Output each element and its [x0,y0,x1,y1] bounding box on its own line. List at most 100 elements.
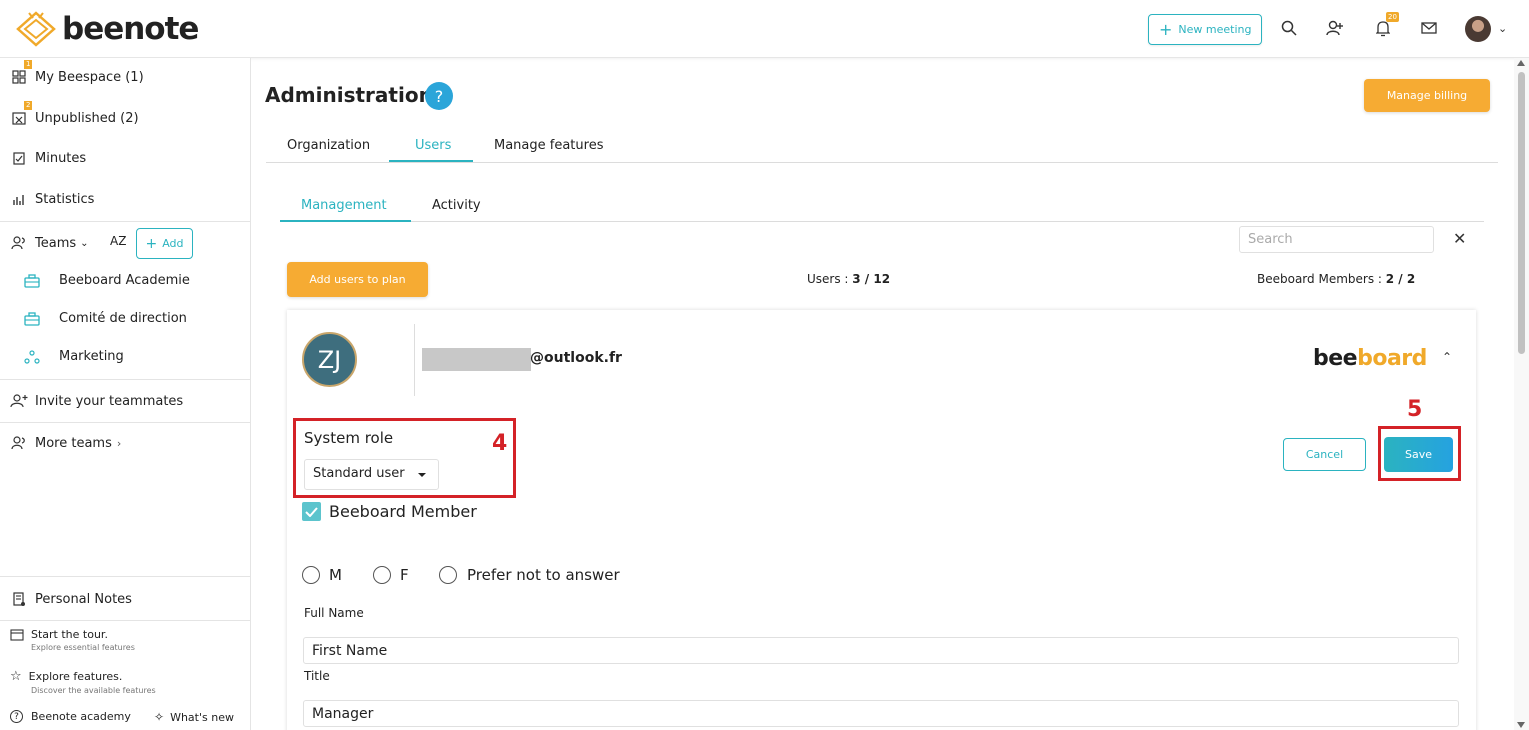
sidebar-item-label: Statistics [35,191,95,207]
beenote-logo[interactable]: beenote [14,10,199,48]
help-icon[interactable]: ? [425,82,453,110]
bee-logo-icon [16,11,56,47]
notification-count-badge: 20 [1386,12,1399,22]
sidebar-item-invite[interactable]: Invite your teammates [10,392,183,410]
redacted-email-block [422,348,531,371]
gender-radio-f[interactable] [373,566,391,584]
sort-az-label: AZ [110,234,127,248]
scroll-down-arrow-icon[interactable] [1517,722,1525,728]
new-meeting-label: New meeting [1178,23,1252,36]
members-count-label: Beeboard Members : [1257,272,1386,286]
explore-features-link[interactable]: ☆ Explore features. Discover the availab… [10,669,156,695]
sub-tabs: Management Activity [280,188,1484,222]
chevron-up-icon[interactable]: ⌃ [1442,350,1452,364]
brand-dark: bee [1313,346,1358,371]
academy-label: Beenote academy [31,710,131,723]
users-count-label: Users : [807,272,853,286]
calendar-x-icon: 2 [10,101,33,127]
chevron-down-icon[interactable]: ⌄ [1498,22,1507,35]
sidebar-item-label: Minutes [35,150,87,166]
molecule-icon [24,349,42,364]
save-button[interactable]: Save [1384,437,1453,472]
teams-label: Teams [35,235,77,251]
more-teams-label: More teams [35,435,112,451]
close-icon[interactable]: ✕ [1453,229,1466,248]
sidebar-item-label: Unpublished (2) [35,110,139,126]
tab-manage-features[interactable]: Manage features [494,138,603,153]
user-avatar[interactable] [1465,16,1491,42]
sidebar-item-my-beespace[interactable]: 1 My Beespace (1) [10,60,144,86]
tour-subtitle: Explore essential features [31,643,135,652]
academy-link[interactable]: ? Beenote academy [10,710,131,723]
tab-organization[interactable]: Organization [287,138,370,153]
beeboard-logo: beeboard [1313,346,1427,371]
mail-icon[interactable] [1419,18,1439,38]
page-title: Administration [265,83,433,107]
search-input[interactable]: Search [1239,226,1434,253]
teams-icon [10,234,28,252]
add-users-to-plan-button[interactable]: Add users to plan [287,262,428,297]
user-card: ZJ @outlook.fr beeboard ⌃ System role St… [287,310,1476,730]
main-tabs: Organization Users Manage features [266,128,1498,163]
calendar-icon [10,628,24,641]
invite-label: Invite your teammates [35,393,184,409]
team-label: Beeboard Academie [59,273,190,288]
sidebar-item-personal-notes[interactable]: Personal Notes [10,590,132,608]
new-meeting-button[interactable]: + New meeting [1148,14,1263,45]
sidebar-teams-toggle[interactable]: Teams ⌄ [10,234,89,252]
beeboard-member-checkbox[interactable] [302,502,321,521]
gender-label-prefer-not: Prefer not to answer [467,566,620,584]
divider [0,422,251,423]
notes-icon [10,590,28,608]
star-icon: ☆ [10,669,22,684]
scrollbar-thumb[interactable] [1518,72,1525,354]
sidebar-item-minutes[interactable]: Minutes [10,149,86,167]
manage-billing-button[interactable]: Manage billing [1364,79,1490,112]
search-icon[interactable] [1279,18,1299,38]
annotation-box-4 [293,418,516,498]
tab-activity[interactable]: Activity [432,198,481,213]
add-team-button[interactable]: + Add [136,228,193,259]
gender-radio-m[interactable] [302,566,320,584]
personal-notes-label: Personal Notes [35,591,132,607]
user-email: @outlook.fr [530,350,622,366]
add-user-icon[interactable] [1325,18,1345,38]
tour-title: Start the tour. [31,628,108,641]
explore-title: Explore features. [28,670,123,683]
sidebar-item-more-teams[interactable]: More teams › [10,434,121,452]
add-team-label: Add [162,237,184,250]
divider [0,576,251,577]
whats-new-label: What's new [170,710,234,724]
team-item-comite-de-direction[interactable]: Comité de direction [24,311,187,326]
scroll-up-arrow-icon[interactable] [1517,60,1525,66]
title-label: Title [304,669,330,683]
tab-management[interactable]: Management [301,198,387,213]
grid-icon: 1 [10,60,33,86]
chevron-down-icon: ⌄ [80,237,89,249]
divider [0,221,251,222]
users-count: Users : 3 / 12 [807,272,890,286]
sort-az-icon[interactable]: AZ [110,234,126,248]
sidebar-item-unpublished[interactable]: 2 Unpublished (2) [10,101,139,127]
sidebar-item-statistics[interactable]: Statistics [10,190,94,208]
beeboard-member-label: Beeboard Member [329,502,477,521]
page-scrollbar[interactable] [1514,58,1529,730]
brand-gold: board [1357,346,1427,371]
divider [414,324,415,396]
title-input[interactable]: Manager [303,700,1459,727]
unpublished-badge: 2 [24,101,33,110]
first-name-input[interactable]: First Name [303,637,1459,664]
members-count: Beeboard Members : 2 / 2 [1257,272,1415,286]
divider [0,379,251,380]
gender-radio-prefer-not[interactable] [439,566,457,584]
whats-new-link[interactable]: ✧ What's new [154,710,234,724]
team-label: Marketing [59,349,124,364]
team-item-marketing[interactable]: Marketing [24,349,124,364]
tab-users[interactable]: Users [415,138,451,153]
briefcase-icon [24,311,42,326]
start-tour-link[interactable]: Start the tour. Explore essential featur… [10,628,135,652]
team-item-beeboard-academie[interactable]: Beeboard Academie [24,273,190,288]
help-circle-icon: ? [10,710,23,723]
checkmark-icon [305,506,318,517]
cancel-button[interactable]: Cancel [1283,438,1366,471]
